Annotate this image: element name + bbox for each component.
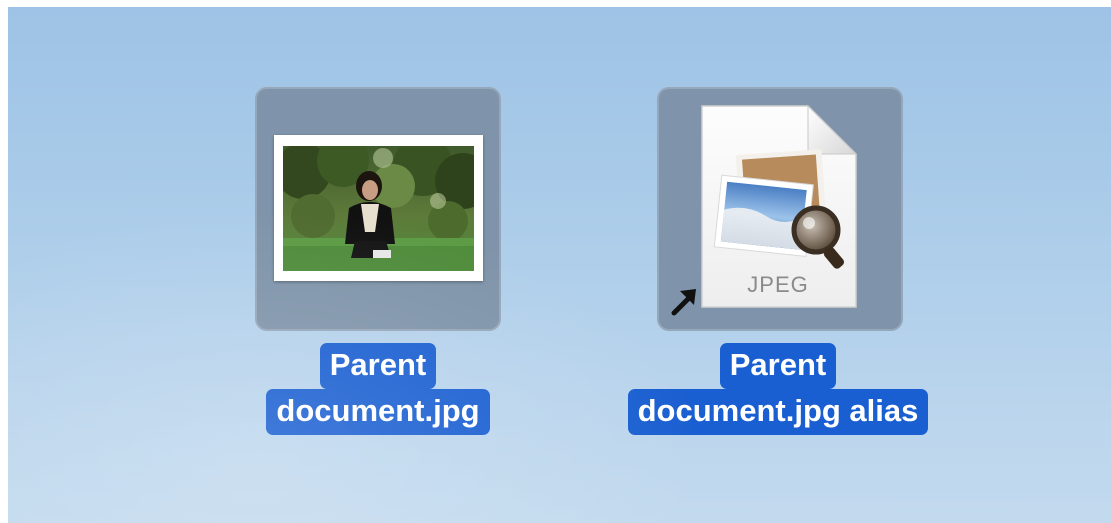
- desktop: Parent document.jpg JPEG Parent document…: [8, 7, 1111, 523]
- jpeg-badge-text: JPEG: [747, 272, 809, 297]
- file-name-line-1: Parent: [719, 343, 837, 389]
- photo-image: [283, 146, 474, 271]
- file-name-label[interactable]: Parent document.jpg alias: [588, 343, 968, 435]
- file-name-label[interactable]: Parent document.jpg: [238, 343, 518, 435]
- alias-arrow-icon: [671, 289, 696, 316]
- photo-thumbnail-icon[interactable]: [274, 135, 483, 281]
- file-name-line-1: Parent: [319, 343, 437, 389]
- file-name-line-2: document.jpg alias: [627, 389, 929, 435]
- file-name-line-2: document.jpg: [266, 389, 490, 435]
